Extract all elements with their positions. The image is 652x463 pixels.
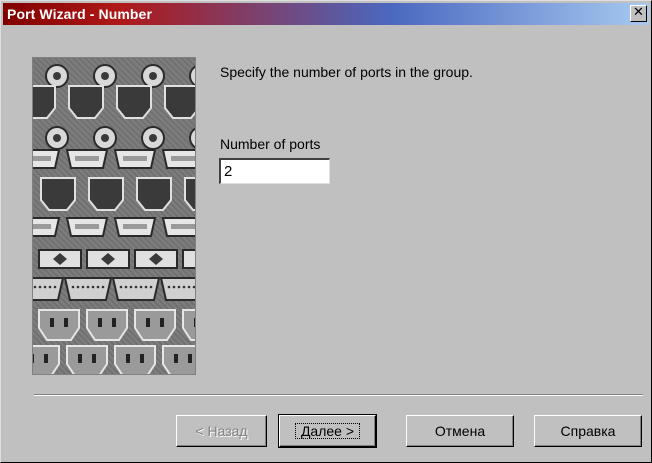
back-button[interactable]: < Назад: [176, 415, 267, 447]
window-title: Port Wizard - Number: [7, 6, 152, 22]
instruction-text: Specify the number of ports in the group…: [220, 64, 473, 80]
number-of-ports-input[interactable]: [219, 158, 330, 184]
close-icon: ✕: [633, 5, 644, 20]
number-of-ports-label: Number of ports: [220, 136, 321, 152]
help-button[interactable]: Справка: [534, 415, 642, 447]
title-bar[interactable]: Port Wizard - Number ✕: [3, 3, 649, 25]
close-button[interactable]: ✕: [630, 5, 647, 22]
next-button-label: Далее >: [294, 423, 361, 439]
port-connectors-icon: [33, 58, 195, 374]
wizard-illustration: [32, 57, 196, 375]
button-separator: [34, 394, 643, 396]
cancel-button[interactable]: Отмена: [406, 415, 514, 447]
next-button[interactable]: Далее >: [278, 414, 377, 448]
port-wizard-dialog: Port Wizard - Number ✕ Specify the numbe…: [0, 0, 652, 463]
